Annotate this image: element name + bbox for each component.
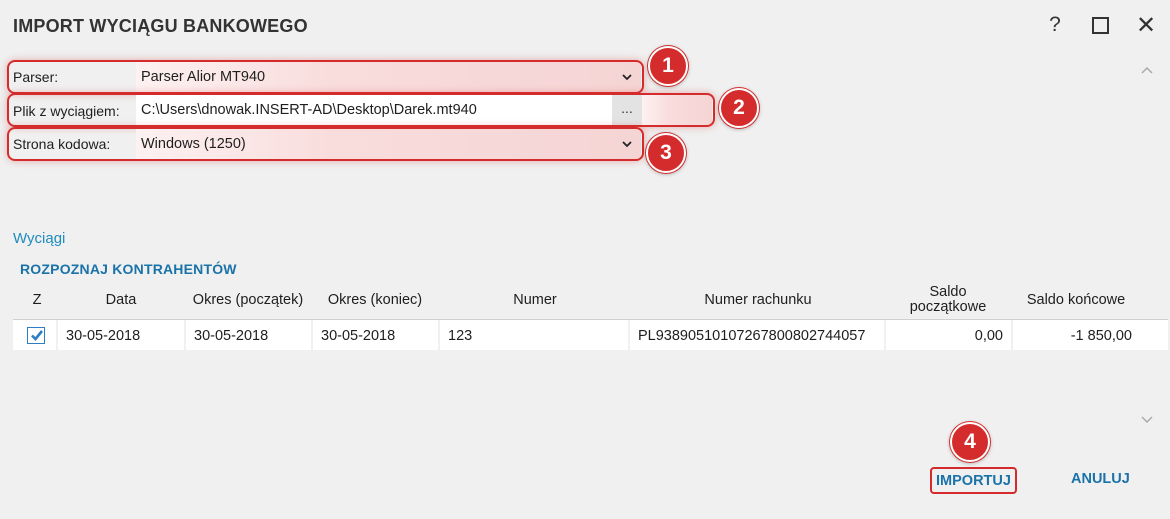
close-icon: ✕	[1135, 11, 1157, 39]
maximize-icon	[1091, 16, 1109, 34]
file-path-input[interactable]: C:\Users\dnowak.INSERT-AD\Desktop\Darek.…	[136, 95, 612, 125]
cell-opening-balance: 0,00	[884, 320, 1011, 350]
dialog-content: Parser: Parser Alior MT940 1 Plik z wyci…	[0, 46, 1170, 519]
cell-number: 123	[438, 320, 628, 350]
column-header-number[interactable]: Numer	[440, 281, 630, 319]
cell-account: PL93890510107267800802744057	[628, 320, 884, 350]
help-button[interactable]: ?	[1043, 12, 1067, 38]
column-header-z[interactable]: Z	[22, 281, 52, 319]
cell-closing-balance: -1 850,00	[1011, 320, 1140, 350]
cancel-button[interactable]: ANULUJ	[1071, 471, 1130, 487]
parser-label: Parser:	[13, 69, 59, 85]
table-row[interactable]: 30-05-2018 30-05-2018 30-05-2018 123 PL9…	[13, 320, 1168, 350]
help-icon: ?	[1049, 13, 1061, 36]
step-badge-1: 1	[648, 46, 688, 86]
parser-value: Parser Alior MT940	[141, 69, 266, 85]
section-title: Wyciągi	[13, 230, 66, 247]
row-checkbox[interactable]	[27, 327, 45, 344]
file-label: Plik z wyciągiem:	[13, 103, 120, 119]
codepage-label: Strona kodowa:	[13, 136, 111, 152]
file-path-value: C:\Users\dnowak.INSERT-AD\Desktop\Darek.…	[141, 102, 477, 118]
codepage-value: Windows (1250)	[141, 136, 246, 152]
cell-date: 30-05-2018	[56, 320, 184, 350]
step-badge-2: 2	[719, 88, 759, 128]
column-header-period-start[interactable]: Okres (początek)	[186, 281, 310, 319]
checkmark-icon	[31, 330, 44, 341]
cell-period-start: 30-05-2018	[184, 320, 311, 350]
maximize-button[interactable]	[1088, 12, 1112, 38]
scroll-up-icon[interactable]	[1140, 62, 1154, 78]
step-badge-3: 3	[646, 133, 686, 173]
cell-period-end: 30-05-2018	[311, 320, 438, 350]
parser-select[interactable]: Parser Alior MT940	[136, 62, 641, 92]
column-header-opening-balance[interactable]: Saldo początkowe	[886, 281, 1010, 319]
column-header-account[interactable]: Numer rachunku	[632, 281, 884, 319]
scroll-down-icon[interactable]	[1140, 412, 1154, 428]
step-badge-4: 4	[950, 422, 990, 462]
table-header: Z Data Okres (początek) Okres (koniec) N…	[0, 281, 1170, 319]
window-title: IMPORT WYCIĄGU BANKOWEGO	[13, 16, 308, 36]
import-button[interactable]: IMPORTUJ	[930, 467, 1017, 494]
opening-balance-header-line2: początkowe	[909, 299, 987, 315]
recognize-contractors-link[interactable]: ROZPOZNAJ KONTRAHENTÓW	[20, 261, 237, 277]
file-row-highlight-fill	[642, 95, 712, 125]
title-bar: IMPORT WYCIĄGU BANKOWEGO ? ✕	[0, 0, 1170, 50]
opening-balance-header-line1: Saldo	[929, 284, 967, 300]
column-header-period-end[interactable]: Okres (koniec)	[314, 281, 436, 319]
close-button[interactable]: ✕	[1134, 11, 1158, 39]
codepage-select[interactable]: Windows (1250)	[136, 129, 641, 159]
column-header-date[interactable]: Data	[60, 281, 182, 319]
chevron-down-icon	[621, 129, 633, 170]
column-header-closing-balance[interactable]: Saldo końcowe	[1014, 281, 1138, 319]
browse-button[interactable]: ...	[612, 95, 642, 125]
